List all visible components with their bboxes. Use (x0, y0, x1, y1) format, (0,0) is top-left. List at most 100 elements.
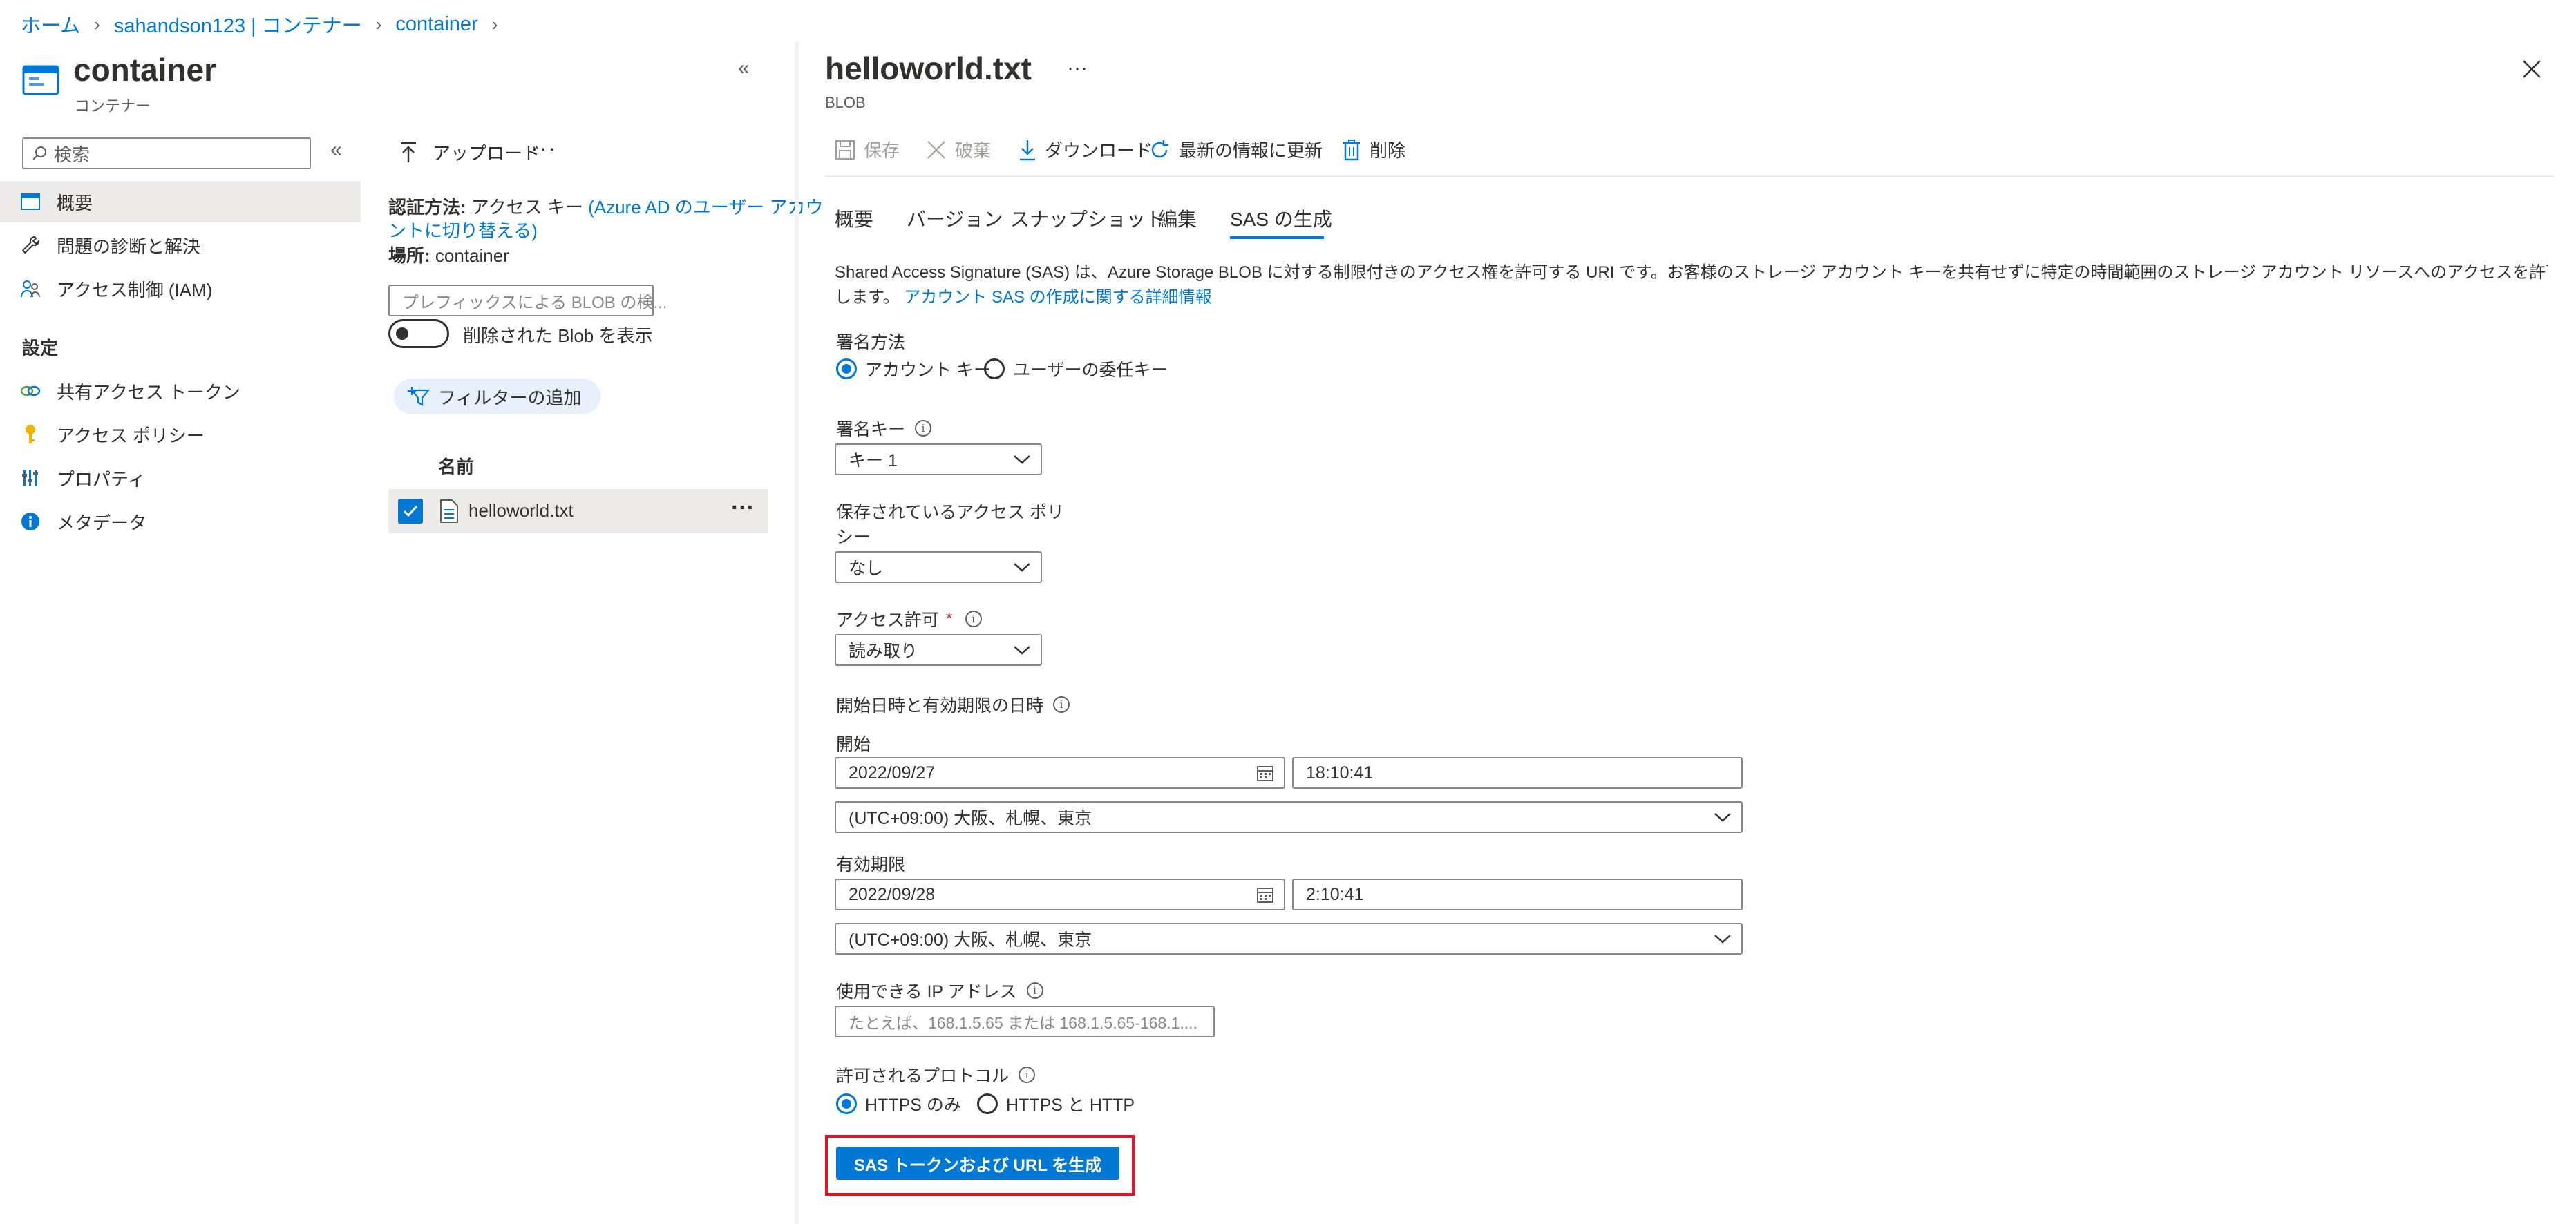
calendar-icon[interactable] (1256, 764, 1274, 782)
refresh-button[interactable]: 最新の情報に更新 (1148, 137, 1323, 162)
row-more-icon[interactable]: ··· (731, 495, 755, 522)
chevron-down-icon (1014, 455, 1030, 464)
info-icon[interactable]: i (1019, 1067, 1036, 1083)
info-icon[interactable]: i (1026, 982, 1043, 999)
tab-edit[interactable]: 編集 (1158, 204, 1197, 232)
close-icon[interactable] (2522, 59, 2541, 82)
radio-https-http[interactable]: HTTPS と HTTP (977, 1091, 1135, 1116)
start-label: 開始 (836, 735, 871, 754)
more-options-icon[interactable]: ··· (531, 135, 557, 161)
nav-item-label: 問題の診断と解決 (57, 236, 201, 257)
delete-button[interactable]: 削除 (1342, 137, 1405, 162)
active-tab-underline (1230, 236, 1324, 239)
collapse-icon[interactable]: « (738, 57, 750, 80)
permissions-text: アクセス許可 (836, 611, 939, 630)
start-timezone-select[interactable]: (UTC+09:00) 大阪、札幌、東京 (835, 801, 1743, 833)
switch-auth-link[interactable]: (Azure AD のユーザー アカウ (588, 197, 823, 218)
save-label: 保存 (864, 140, 900, 161)
breadcrumb-account[interactable]: sahandson123 | コンテナー (114, 10, 362, 39)
calendar-icon[interactable] (1256, 886, 1274, 903)
radio-user-delegation-key[interactable]: ユーザーの委任キー (984, 356, 1168, 381)
radio-https-only[interactable]: HTTPS のみ (836, 1091, 961, 1116)
add-filter-button[interactable]: フィルターの追加 (394, 379, 601, 414)
breadcrumb-home[interactable]: ホーム (21, 10, 80, 39)
save-button[interactable]: 保存 (835, 137, 900, 162)
chevron-down-icon (1014, 646, 1030, 655)
file-icon (439, 499, 459, 527)
show-deleted-toggle[interactable] (388, 319, 449, 348)
nav-item-properties[interactable]: プロパティ (0, 457, 361, 499)
start-time-input[interactable]: 18:10:41 (1292, 757, 1743, 789)
permissions-select[interactable]: 読み取り (835, 634, 1042, 666)
search-input[interactable]: 検索 (22, 137, 311, 169)
expiry-date-value: 2022/09/28 (849, 884, 936, 904)
upload-label: アップロード (433, 143, 541, 164)
expiry-time-value: 2:10:41 (1306, 884, 1364, 904)
allowed-ip-input[interactable]: たとえば、168.1.5.65 または 168.1.5.65-168.1.... (835, 1006, 1215, 1037)
generate-sas-button[interactable]: SAS トークンおよび URL を生成 (836, 1147, 1119, 1180)
delete-label: 削除 (1370, 140, 1406, 161)
nav-item-access-policy[interactable]: アクセス ポリシー (0, 414, 361, 455)
filter-icon (408, 387, 430, 406)
discard-label: 破棄 (955, 140, 992, 161)
column-header-name[interactable]: 名前 (438, 453, 474, 479)
sas-description: Shared Access Signature (SAS) は、Azure St… (835, 263, 2548, 282)
tab-snapshots[interactable]: スナップショット (1010, 204, 1165, 232)
chevron-down-icon (1714, 813, 1731, 822)
expiry-timezone-select[interactable]: (UTC+09:00) 大阪、札幌、東京 (835, 923, 1743, 955)
nav-item-overview[interactable]: 概要 (0, 181, 361, 222)
radio-label: アカウント キー (865, 361, 991, 380)
nav-item-iam[interactable]: アクセス制御 (IAM) (0, 268, 361, 309)
page-subtitle: コンテナー (75, 97, 151, 115)
info-icon[interactable]: i (965, 611, 982, 627)
nav-item-diagnose[interactable]: 問題の診断と解決 (0, 224, 361, 266)
chevron-right-icon: › (491, 13, 498, 35)
save-icon (835, 140, 855, 160)
nav-item-metadata[interactable]: メタデータ (0, 501, 361, 542)
switch-auth-link-cont[interactable]: ントに切り替える) (388, 217, 538, 242)
dates-label: 開始日時と有効期限の日時 i (836, 692, 1070, 717)
download-button[interactable]: ダウンロード (1019, 137, 1153, 162)
tab-overview[interactable]: 概要 (835, 204, 873, 232)
info-icon[interactable]: i (1053, 696, 1070, 713)
download-label: ダウンロード (1045, 140, 1153, 161)
signing-key-label: 署名キー i (836, 416, 932, 441)
breadcrumb-container[interactable]: container (395, 13, 477, 36)
upload-button[interactable]: アップロード (399, 140, 540, 165)
dates-text: 開始日時と有効期限の日時 (836, 696, 1044, 716)
stored-policy-select[interactable]: なし (835, 551, 1042, 583)
tab-versions[interactable]: バージョン (907, 204, 1003, 232)
nav-item-sas-tokens[interactable]: 共有アクセス トークン (0, 370, 361, 412)
allowed-ip-text: 使用できる IP アドレス (836, 982, 1017, 1002)
blob-more-icon[interactable]: ··· (1067, 57, 1088, 80)
chevron-down-icon (1014, 563, 1030, 572)
radio-account-key[interactable]: アカウント キー (836, 356, 991, 381)
protocols-label: 許可されるプロトコル i (836, 1062, 1036, 1087)
info-icon[interactable]: i (915, 420, 932, 437)
radio-label: ユーザーの委任キー (1013, 361, 1168, 380)
panel-divider (795, 41, 799, 1224)
learn-more-link[interactable]: アカウント SAS の作成に関する詳細情報 (904, 288, 1211, 307)
radio-selected-icon (836, 1093, 857, 1114)
tab-generate-sas[interactable]: SAS の生成 (1230, 204, 1332, 232)
blob-title: helloworld.txt (825, 50, 1032, 86)
collapse-menu-icon[interactable]: « (330, 138, 342, 162)
table-row[interactable]: helloworld.txt ··· (388, 489, 768, 533)
signing-key-select[interactable]: キー 1 (835, 443, 1042, 475)
discard-button[interactable]: 破棄 (926, 137, 991, 162)
prefix-search-input[interactable]: プレフィックスによる BLOB の検... (388, 285, 667, 316)
signing-key-value: キー 1 (849, 451, 898, 470)
expiry-date-input[interactable]: 2022/09/28 (835, 879, 1285, 910)
row-checkbox[interactable] (398, 499, 423, 524)
search-icon (32, 146, 46, 160)
file-name[interactable]: helloworld.txt (468, 500, 574, 522)
key-icon (19, 423, 41, 446)
sas-description-end: します。 (835, 288, 900, 307)
allowed-ip-placeholder: たとえば、168.1.5.65 または 168.1.5.65-168.1.... (849, 1014, 1197, 1032)
sas-description-cont: します。 アカウント SAS の作成に関する詳細情報 (835, 283, 1212, 307)
stored-policy-label: 保存されているアクセス ポリ (836, 503, 1064, 522)
start-time-value: 18:10:41 (1306, 763, 1374, 783)
expiry-time-input[interactable]: 2:10:41 (1292, 879, 1743, 910)
chevron-right-icon: › (94, 13, 100, 35)
start-date-input[interactable]: 2022/09/27 (835, 757, 1285, 789)
